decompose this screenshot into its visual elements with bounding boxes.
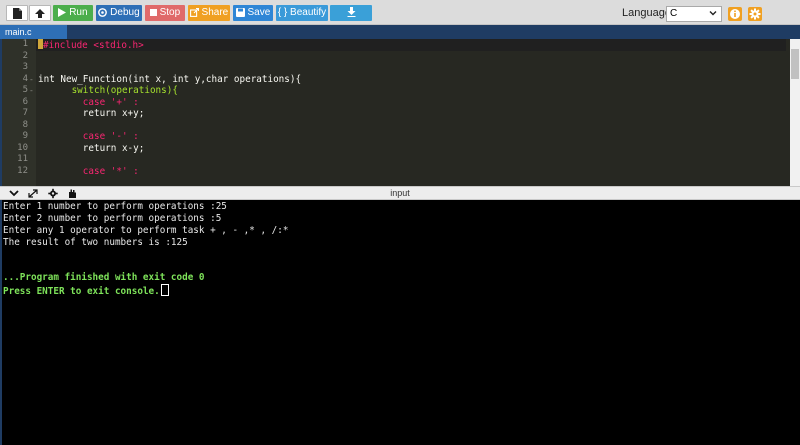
stop-label: Stop xyxy=(159,7,181,18)
run-label: Run xyxy=(69,7,88,18)
play-icon xyxy=(58,7,67,17)
info-icon xyxy=(730,9,740,19)
console-line: Enter 2 number to perform operations :5 xyxy=(3,213,222,224)
active-line-highlight xyxy=(36,39,786,51)
file-tab-main[interactable]: main.c xyxy=(0,25,67,39)
scrollbar-thumb[interactable] xyxy=(791,49,799,79)
code-line-4: int New_Function(int x, int y,char opera… xyxy=(38,73,302,85)
code-line-10: return x-y; xyxy=(38,142,145,154)
line-number: 12 xyxy=(17,165,28,176)
code-line-5: switch(operations){ xyxy=(38,85,178,96)
console-cursor xyxy=(160,284,169,296)
share-label: Share xyxy=(201,7,229,18)
code-line-7: return x+y; xyxy=(38,108,145,119)
save-button[interactable]: Save xyxy=(233,5,273,21)
console-line: The result of two numbers is :125 xyxy=(3,237,188,248)
download-icon xyxy=(347,7,355,18)
debug-label: Debug xyxy=(110,7,140,18)
text-cursor xyxy=(38,39,43,49)
file-tab-bar: main.c xyxy=(0,25,800,39)
prompt-message: Press ENTER to exit console. xyxy=(3,286,160,297)
language-value: C xyxy=(670,8,678,19)
gear-icon xyxy=(749,8,761,20)
console-line: Enter any 1 operator to perform task + ,… xyxy=(3,225,289,236)
upload-button[interactable] xyxy=(29,5,51,21)
editor-scrollbar[interactable] xyxy=(790,39,800,186)
stop-icon xyxy=(149,8,157,16)
new-file-button[interactable] xyxy=(6,5,28,21)
chevron-down-icon[interactable] xyxy=(8,188,20,199)
fold-arrow-icon[interactable]: - xyxy=(29,74,34,86)
code-line-1: #include <stdio.h> xyxy=(43,40,144,51)
line-number: 7 xyxy=(22,108,28,118)
line-number: 4 xyxy=(22,73,28,84)
line-number: 8 xyxy=(22,119,28,130)
beautify-label: { } Beautify xyxy=(277,7,327,18)
settings-button[interactable] xyxy=(748,7,762,21)
code-line-6: case '+' : xyxy=(38,96,139,108)
fold-arrow-icon[interactable]: - xyxy=(29,85,34,97)
line-number: 2 xyxy=(22,50,28,61)
line-number: 6 xyxy=(22,96,28,107)
line-number: 11 xyxy=(17,154,28,164)
code-line-9: case '-' : xyxy=(38,131,139,142)
stop-button[interactable]: Stop xyxy=(145,5,185,21)
line-number: 9 xyxy=(22,131,28,141)
io-toolbar: input xyxy=(0,186,800,200)
toolbar: Run Debug Stop Share Save { } Beautify L… xyxy=(0,0,800,25)
line-number: 1 xyxy=(22,39,28,49)
console-line: Enter 1 number to perform operations :25 xyxy=(3,201,227,212)
file-icon xyxy=(12,7,22,19)
debug-button[interactable]: Debug xyxy=(96,5,142,21)
info-button[interactable] xyxy=(728,7,742,21)
run-button[interactable]: Run xyxy=(53,5,93,21)
beautify-button[interactable]: { } Beautify xyxy=(276,5,328,21)
language-select[interactable]: C xyxy=(666,6,722,22)
share-button[interactable]: Share xyxy=(188,5,230,21)
upload-icon xyxy=(35,8,45,18)
code-line-12: case '*' : xyxy=(38,165,139,177)
expand-icon[interactable] xyxy=(27,188,39,199)
debug-icon xyxy=(98,7,108,17)
line-number: 3 xyxy=(22,62,28,72)
output-console[interactable]: Enter 1 number to perform operations :25… xyxy=(2,200,800,445)
gear-icon[interactable] xyxy=(47,188,59,199)
hand-icon[interactable] xyxy=(66,188,78,199)
language-label: Language xyxy=(622,7,671,19)
code-editor[interactable]: 1 2 3 4 5 6 7 8 9 10 11 12 - - #include … xyxy=(2,39,800,186)
share-icon xyxy=(189,7,199,17)
download-button[interactable] xyxy=(330,5,372,21)
save-label: Save xyxy=(247,7,271,18)
input-label: input xyxy=(390,188,410,198)
chevron-down-icon xyxy=(709,11,717,16)
prompt-line: Press ENTER to exit console. xyxy=(3,284,169,298)
line-number: 10 xyxy=(17,142,28,153)
save-icon xyxy=(235,7,245,17)
exit-message: ...Program finished with exit code 0 xyxy=(3,272,205,283)
line-number: 5 xyxy=(22,85,28,95)
file-tab-label: main.c xyxy=(5,27,32,37)
code-line: #include <stdio.h> xyxy=(38,39,144,51)
